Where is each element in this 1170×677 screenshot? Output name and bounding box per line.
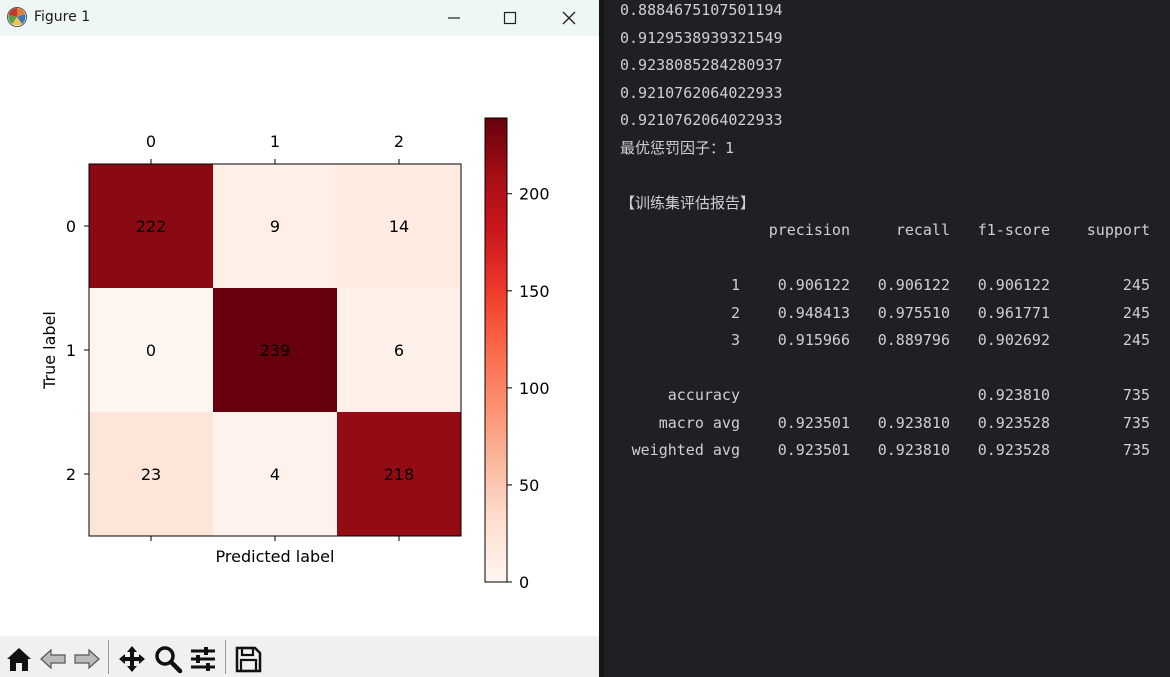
cell-value-label: 6 xyxy=(394,341,404,360)
cell-value-label: 23 xyxy=(141,465,161,484)
row-f1: 0.961771 xyxy=(977,304,1050,322)
row-recall: 0.906122 xyxy=(877,276,950,294)
row-support: 245 xyxy=(1122,276,1150,294)
colorbar-tick-label: 150 xyxy=(519,282,550,301)
window-title: Figure 1 xyxy=(34,9,91,25)
forward-icon[interactable] xyxy=(72,644,102,674)
close-icon xyxy=(562,11,576,25)
y-tick-label: 0 xyxy=(66,217,76,236)
row-label: 2 xyxy=(730,304,740,322)
x-tick-label: 1 xyxy=(270,132,280,151)
back-icon[interactable] xyxy=(38,644,68,674)
colorbar-tick-label: 0 xyxy=(519,573,529,592)
row-support: 735 xyxy=(1122,386,1150,404)
cell-value-label: 0 xyxy=(146,341,156,360)
navigation-toolbar xyxy=(0,636,599,677)
colorbar-tick-label: 100 xyxy=(519,379,550,398)
row-label: 3 xyxy=(730,331,740,349)
minimize-icon xyxy=(448,17,460,19)
title-bar[interactable]: Figure 1 xyxy=(0,0,599,36)
row-support: 735 xyxy=(1122,441,1150,459)
x-axis-label: Predicted label xyxy=(216,547,335,566)
configure-subplots-icon[interactable] xyxy=(188,644,218,674)
row-label: 1 xyxy=(730,276,740,294)
cell-value-label: 14 xyxy=(389,217,409,236)
row-f1: 0.923528 xyxy=(977,441,1050,459)
row-precision: 0.915966 xyxy=(777,331,850,349)
colorbar-ticks: 0 50 100 150 200 xyxy=(507,185,550,592)
row-label: weighted avg xyxy=(631,441,740,459)
row-f1: 0.923810 xyxy=(977,386,1050,404)
row-recall: 0.889796 xyxy=(877,331,950,349)
zoom-icon[interactable] xyxy=(153,644,183,674)
header-precision: precision xyxy=(768,221,850,239)
score-line: 0.8884675107501194 xyxy=(620,1,783,19)
row-recall: 0.975510 xyxy=(877,304,950,322)
toolbar-separator xyxy=(225,640,226,674)
terminal-output[interactable]: 0.8884675107501194 0.9129538939321549 0.… xyxy=(604,0,1170,677)
figure-window: Figure 1 222 9 14 0 239 6 23 4 218 0 1 2… xyxy=(0,0,599,677)
y-axis-label: True label xyxy=(40,311,59,390)
row-support: 735 xyxy=(1122,414,1150,432)
row-f1: 0.923528 xyxy=(977,414,1050,432)
row-precision: 0.948413 xyxy=(777,304,850,322)
y-ticks: 0 1 2 xyxy=(66,217,89,484)
best-factor-line: 最优惩罚因子：1 xyxy=(620,139,735,157)
save-icon[interactable] xyxy=(233,644,263,674)
colorbar-tick-label: 50 xyxy=(519,476,539,495)
cell-value-label: 239 xyxy=(260,341,291,360)
cell-value-label: 9 xyxy=(270,217,280,236)
row-support: 245 xyxy=(1122,331,1150,349)
header-f1-score: f1-score xyxy=(977,221,1050,239)
x-tick-label: 0 xyxy=(146,132,156,151)
heatmap-cells: 222 9 14 0 239 6 23 4 218 xyxy=(89,164,461,536)
confusion-matrix-chart: 222 9 14 0 239 6 23 4 218 0 1 2 0 1 2 Predicted labe… xyxy=(40,117,550,592)
row-f1: 0.906122 xyxy=(977,276,1050,294)
matplotlib-logo-icon xyxy=(7,7,27,27)
score-line: 0.9210762064022933 xyxy=(620,111,783,129)
colorbar-tick-label: 200 xyxy=(519,185,550,204)
cell-value-label: 4 xyxy=(270,465,280,484)
pan-icon[interactable] xyxy=(117,644,147,674)
header-recall: recall xyxy=(895,221,950,239)
maximize-icon xyxy=(503,11,517,25)
row-recall: 0.923810 xyxy=(877,441,950,459)
close-button[interactable] xyxy=(541,0,597,36)
y-tick-label: 2 xyxy=(66,465,76,484)
y-tick-label: 1 xyxy=(66,341,76,360)
row-precision: 0.923501 xyxy=(777,414,850,432)
minimize-button[interactable] xyxy=(426,0,482,36)
cell-value-label: 222 xyxy=(136,217,167,236)
header-support: support xyxy=(1086,221,1150,239)
toolbar-separator xyxy=(108,640,109,674)
row-label: accuracy xyxy=(667,386,740,404)
x-tick-label: 2 xyxy=(394,132,404,151)
score-line: 0.9210762064022933 xyxy=(620,84,783,102)
colorbar xyxy=(484,117,508,583)
report-title: 【训练集评估报告】 xyxy=(620,194,756,212)
row-recall: 0.923810 xyxy=(877,414,950,432)
plot-canvas[interactable]: 222 9 14 0 239 6 23 4 218 0 1 2 0 1 2 Predicted labe… xyxy=(0,36,599,636)
maximize-button[interactable] xyxy=(482,0,538,36)
cell-value-label: 218 xyxy=(384,465,415,484)
row-precision: 0.906122 xyxy=(777,276,850,294)
row-support: 245 xyxy=(1122,304,1150,322)
home-icon[interactable] xyxy=(4,644,34,674)
row-precision: 0.923501 xyxy=(777,441,850,459)
row-label: macro avg xyxy=(658,414,740,432)
row-f1: 0.902692 xyxy=(977,331,1050,349)
score-line: 0.9238085284280937 xyxy=(620,56,783,74)
score-line: 0.9129538939321549 xyxy=(620,29,783,47)
